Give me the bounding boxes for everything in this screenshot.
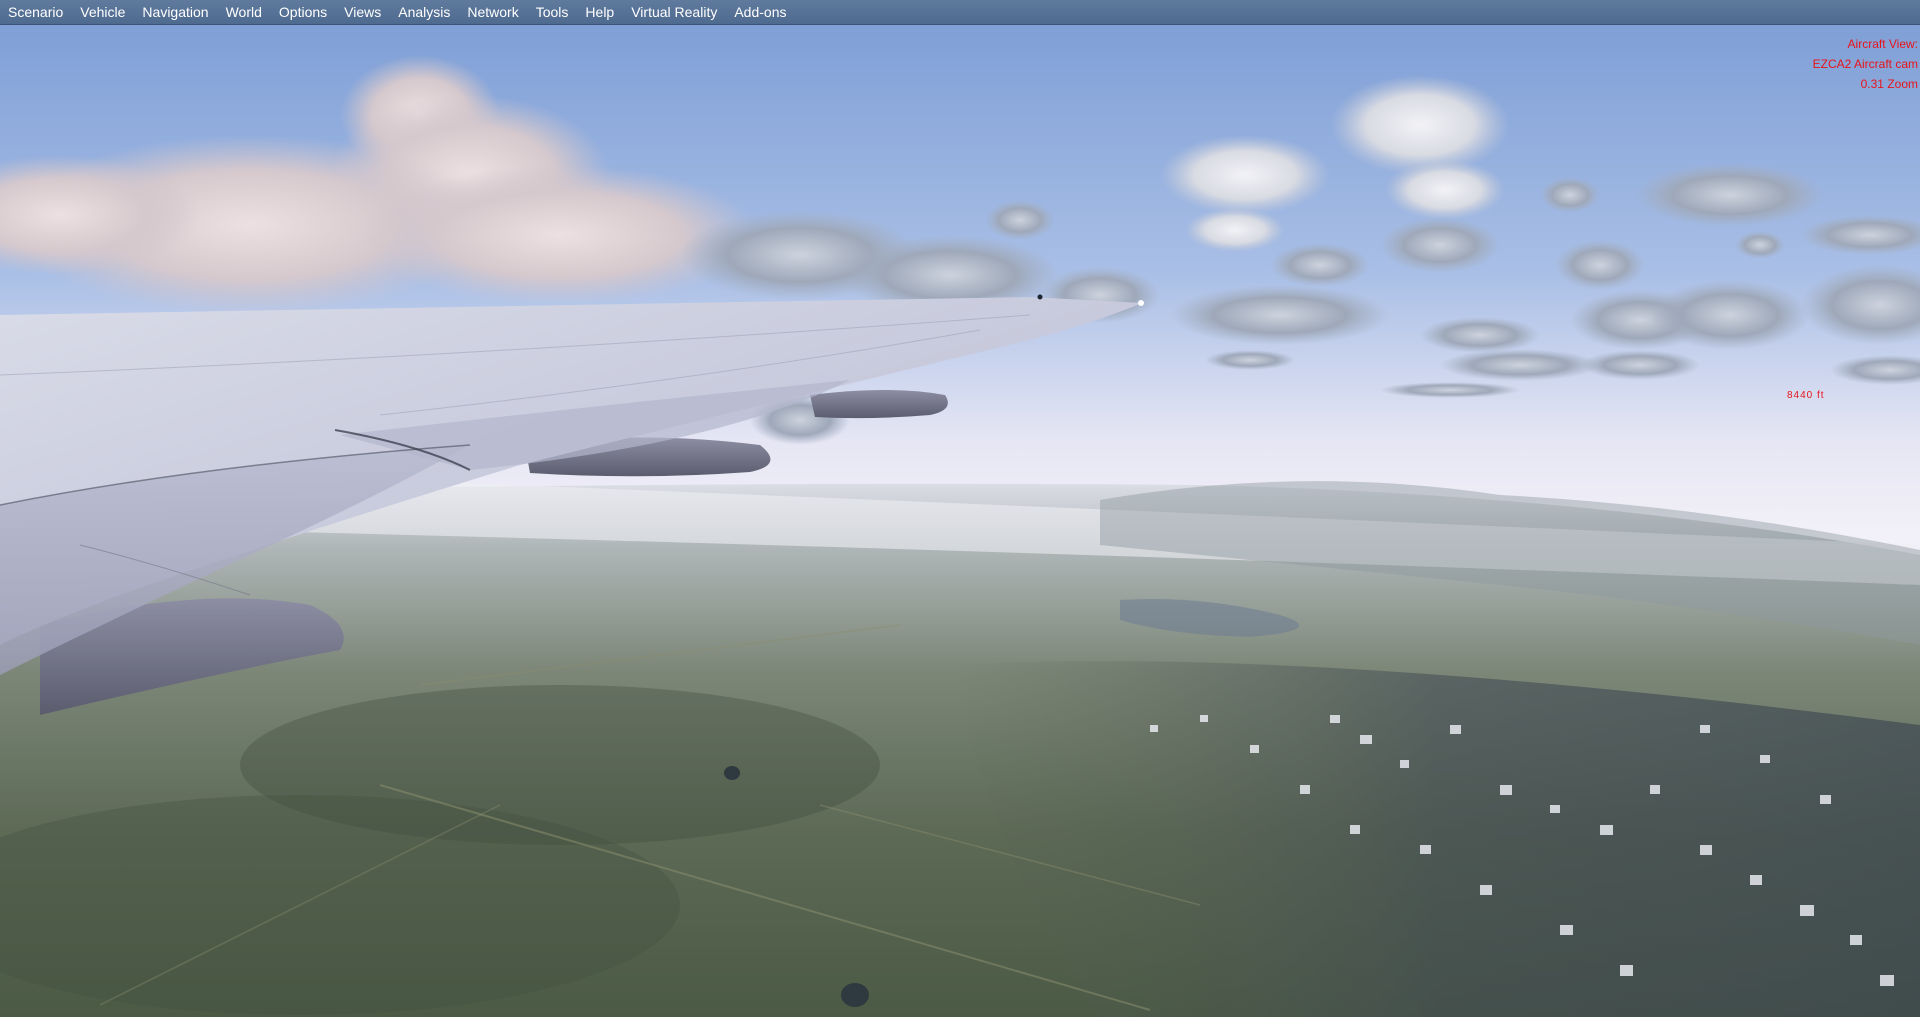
- camera-name: EZCA2 Aircraft cam: [1812, 57, 1918, 71]
- menu-network[interactable]: Network: [461, 0, 529, 25]
- scene-illustration: [0, 25, 1920, 1017]
- menu-analysis[interactable]: Analysis: [392, 0, 461, 25]
- camera-info-overlay: Aircraft View: EZCA2 Aircraft cam 0.31 Z…: [1813, 34, 1918, 94]
- simulator-window: Scenario Vehicle Navigation World Option…: [0, 0, 1920, 1017]
- zoom-level: 0.31 Zoom: [1860, 77, 1918, 91]
- menu-options[interactable]: Options: [273, 0, 338, 25]
- menu-navigation[interactable]: Navigation: [136, 0, 219, 25]
- menu-virtual-reality[interactable]: Virtual Reality: [625, 0, 728, 25]
- menu-world[interactable]: World: [220, 0, 273, 25]
- menu-add-ons[interactable]: Add-ons: [728, 0, 797, 25]
- altitude-tag: 8440 ft: [1787, 390, 1825, 401]
- menu-bar: Scenario Vehicle Navigation World Option…: [0, 0, 1920, 25]
- menu-scenario[interactable]: Scenario: [2, 0, 74, 25]
- menu-tools[interactable]: Tools: [530, 0, 580, 25]
- menu-views[interactable]: Views: [338, 0, 392, 25]
- menu-help[interactable]: Help: [579, 0, 625, 25]
- menu-vehicle[interactable]: Vehicle: [74, 0, 136, 25]
- view-label: Aircraft View:: [1847, 37, 1918, 51]
- scene-viewport[interactable]: 8440 ft: [0, 25, 1920, 1017]
